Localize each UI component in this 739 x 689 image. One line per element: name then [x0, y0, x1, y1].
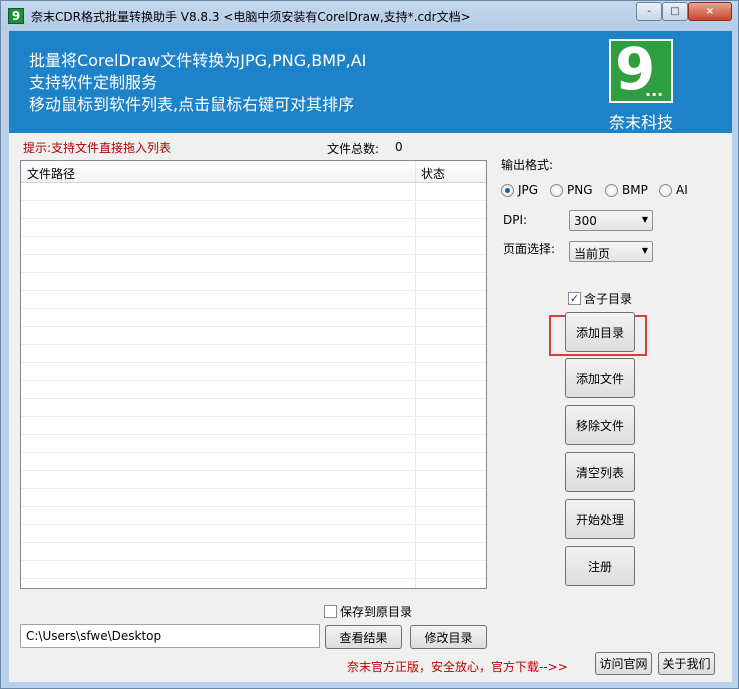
main-panel: 提示:支持文件直接拖入列表 文件总数: 0 文件路径 状态 输出格式: JPG …	[9, 133, 732, 682]
include-subdir-checkbox[interactable]: ✓ 含子目录	[568, 290, 632, 307]
chevron-down-icon: ▼	[641, 215, 648, 224]
file-count-value: 0	[395, 140, 403, 154]
file-list[interactable]: 文件路径 状态	[20, 160, 487, 589]
format-radio-bmp[interactable]: BMP	[605, 183, 648, 197]
format-radio-png[interactable]: PNG	[550, 183, 593, 197]
format-label: 输出格式:	[501, 158, 554, 172]
app-icon: 9	[8, 8, 24, 24]
banner-line-2: 支持软件定制服务	[29, 73, 158, 92]
add-directory-button[interactable]: 添加目录	[565, 312, 635, 352]
dpi-select[interactable]: 300 ▼	[569, 210, 653, 231]
header-banner: 批量将CorelDraw文件转换为JPG,PNG,BMP,AI 支持软件定制服务…	[9, 31, 732, 133]
checkmark-icon[interactable]: ✓	[568, 292, 581, 305]
radio-bmp-indicator[interactable]	[605, 183, 618, 197]
column-header-path[interactable]: 文件路径	[27, 165, 75, 182]
app-window: 9 奈末CDR格式批量转换助手 V8.8.3 <电脑中须安装有CorelDraw…	[0, 0, 739, 689]
column-header-status[interactable]: 状态	[421, 165, 445, 182]
chevron-down-icon: ▼	[641, 246, 648, 255]
clear-list-button[interactable]: 清空列表	[565, 452, 635, 492]
title-bar[interactable]: 9 奈末CDR格式批量转换助手 V8.8.3 <电脑中须安装有CorelDraw…	[1, 1, 738, 31]
maximize-button[interactable]: □	[662, 2, 688, 21]
start-processing-button[interactable]: 开始处理	[565, 499, 635, 539]
visit-website-button[interactable]: 访问官网	[595, 652, 652, 675]
file-list-rows[interactable]	[21, 183, 486, 588]
radio-ai-label: AI	[676, 183, 688, 197]
save-to-source-label: 保存到原目录	[340, 605, 413, 619]
banner-line-1: 批量将CorelDraw文件转换为JPG,PNG,BMP,AI	[29, 51, 367, 70]
logo-dots: ...	[645, 81, 664, 100]
file-list-header: 文件路径 状态	[21, 161, 486, 183]
about-us-button[interactable]: 关于我们	[658, 652, 715, 675]
official-download-notice[interactable]: 奈末官方正版，安全放心，官方下载-->>	[347, 658, 568, 675]
drag-hint: 提示:支持文件直接拖入列表	[23, 141, 172, 155]
company-logo: 9 ...	[609, 37, 673, 103]
register-button[interactable]: 注册	[565, 546, 635, 586]
file-count-label: 文件总数:	[327, 142, 380, 156]
page-select[interactable]: 当前页 ▼	[569, 241, 653, 262]
banner-line-3: 移动鼠标到软件列表,点击鼠标右键可对其排序	[29, 95, 355, 114]
format-radio-jpg[interactable]: JPG	[501, 183, 538, 197]
add-file-button[interactable]: 添加文件	[565, 358, 635, 398]
view-result-button[interactable]: 查看结果	[325, 625, 402, 649]
radio-png-indicator[interactable]	[550, 183, 563, 197]
radio-bmp-label: BMP	[622, 183, 648, 197]
page-select-value: 当前页	[574, 247, 611, 261]
format-radio-ai[interactable]: AI	[659, 183, 688, 197]
window-controls: - □ ×	[636, 2, 732, 21]
window-title: 奈末CDR格式批量转换助手 V8.8.3 <电脑中须安装有CorelDraw,支…	[31, 10, 471, 24]
checkbox-box[interactable]	[324, 605, 337, 618]
output-path-field[interactable]: C:\Users\sfwe\Desktop	[20, 624, 320, 648]
include-subdir-label: 含子目录	[584, 292, 633, 306]
minimize-button[interactable]: -	[636, 2, 662, 21]
radio-jpg-indicator[interactable]	[501, 183, 514, 197]
radio-jpg-label: JPG	[518, 183, 539, 197]
change-directory-button[interactable]: 修改目录	[410, 625, 487, 649]
dpi-select-value: 300	[574, 214, 597, 228]
remove-file-button[interactable]: 移除文件	[565, 405, 635, 445]
radio-png-label: PNG	[567, 183, 593, 197]
close-button[interactable]: ×	[688, 2, 732, 21]
radio-ai-indicator[interactable]	[659, 183, 672, 197]
page-select-label: 页面选择:	[503, 242, 556, 256]
save-to-source-checkbox[interactable]: 保存到原目录	[324, 603, 412, 620]
dpi-label: DPI:	[503, 213, 528, 227]
company-name: 奈末科技	[609, 113, 674, 132]
